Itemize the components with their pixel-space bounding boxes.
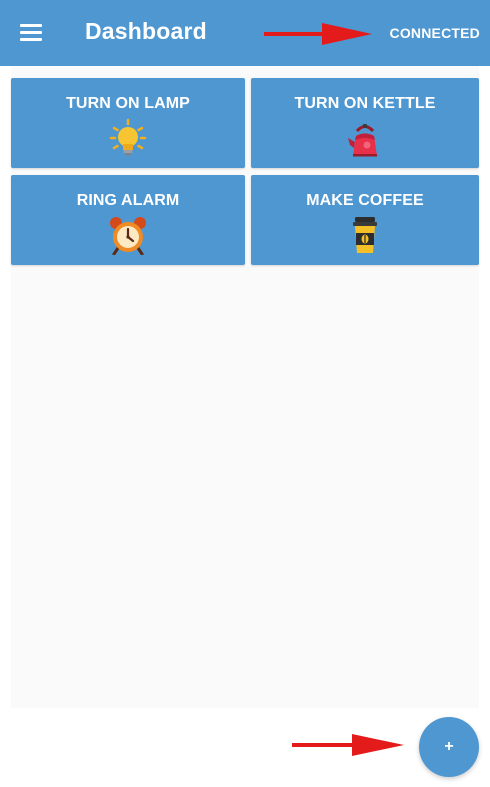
- tile-label: TURN ON KETTLE: [294, 95, 436, 112]
- make-coffee-button[interactable]: MAKE COFFEE: [251, 175, 479, 265]
- light-bulb-icon: [109, 118, 147, 156]
- coffee-cup-icon: [353, 217, 377, 253]
- tile-label: MAKE COFFEE: [306, 192, 424, 209]
- dashboard-content: TURN ON LAMP TURN ON KETTLE RING ALARM M…: [11, 66, 479, 708]
- kettle-icon: [348, 124, 377, 157]
- turn-on-lamp-button[interactable]: TURN ON LAMP: [11, 78, 245, 168]
- connection-status: CONNECTED: [389, 25, 480, 41]
- alarm-clock-icon: [110, 217, 146, 255]
- page-title: Dashboard: [85, 18, 207, 44]
- annotation-arrow-icon: [264, 23, 372, 45]
- annotation-arrow-icon: [292, 734, 404, 756]
- hamburger-menu-icon[interactable]: [17, 20, 45, 46]
- add-button[interactable]: +: [419, 717, 479, 777]
- tile-label: RING ALARM: [76, 192, 180, 209]
- ring-alarm-button[interactable]: RING ALARM: [11, 175, 245, 265]
- tile-label: TURN ON LAMP: [66, 95, 190, 112]
- add-icon: +: [444, 738, 454, 755]
- app-bar: Dashboard CONNECTED: [0, 0, 490, 66]
- turn-on-kettle-button[interactable]: TURN ON KETTLE: [251, 78, 479, 168]
